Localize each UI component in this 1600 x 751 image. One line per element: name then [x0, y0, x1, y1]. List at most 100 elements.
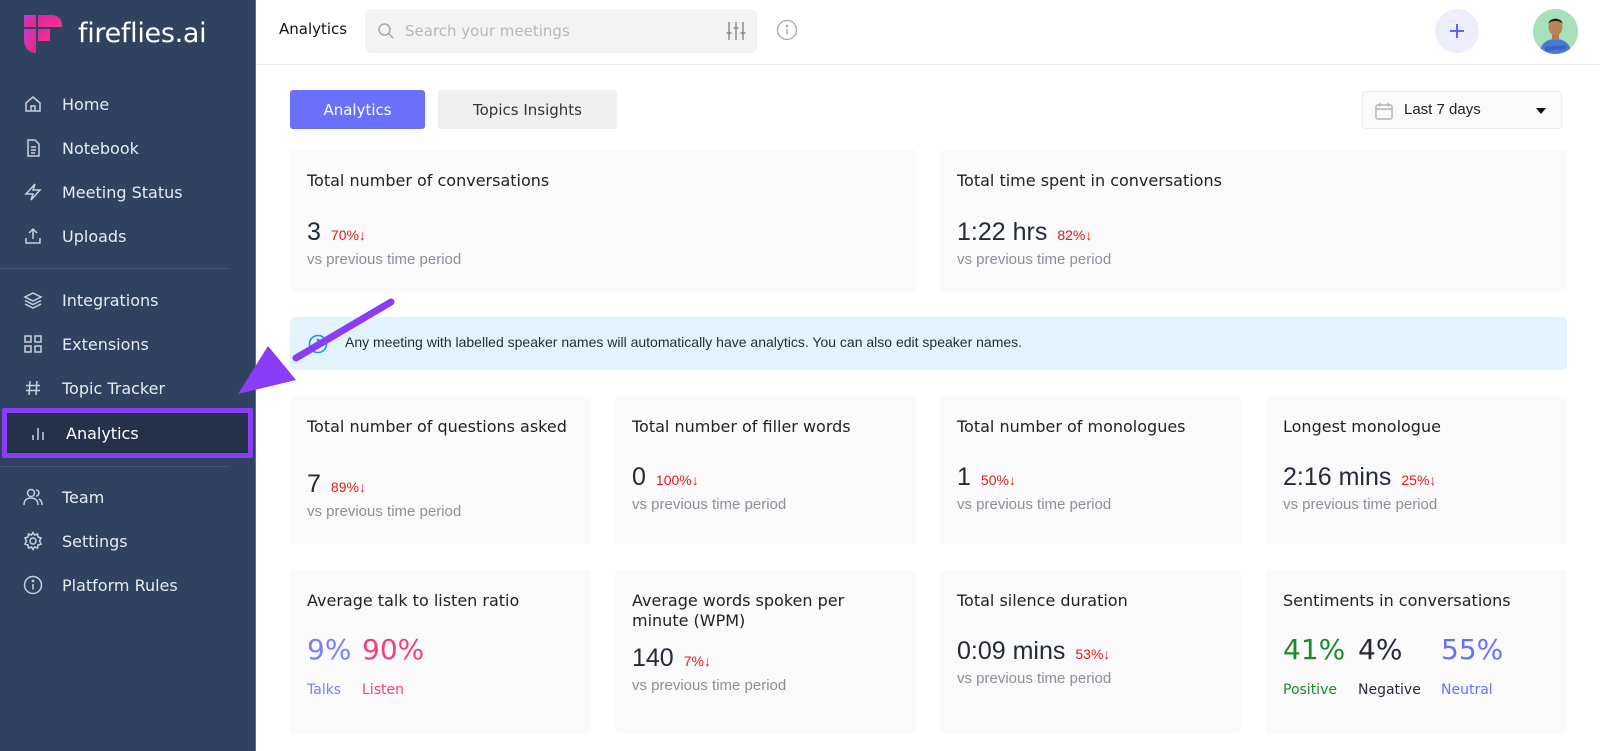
sidebar-item-settings[interactable]: Settings [0, 519, 256, 563]
plus-icon [1450, 24, 1464, 38]
card-total-time-spent: Total time spent in conversations 1:22 h… [940, 150, 1567, 292]
delta-badge: 53%↓ [1075, 646, 1111, 662]
upload-icon [22, 225, 44, 247]
neutral-value: 55% [1441, 633, 1504, 666]
comparison-label: vs previous time period [1283, 496, 1438, 513]
delta-badge: 70%↓ [330, 227, 366, 243]
sidebar-item-label: Analytics [66, 423, 139, 443]
sidebar-item-extensions[interactable]: Extensions [0, 322, 256, 366]
card-sentiments: Sentiments in conversations 41% 4% 55% P… [1266, 570, 1567, 733]
delta-badge: 7%↓ [683, 653, 711, 669]
card-wpm: Average words spoken per minute (WPM) 14… [615, 570, 916, 733]
delta-badge: 100%↓ [655, 472, 699, 488]
comparison-label: vs previous time period [957, 496, 1112, 513]
sidebar-item-label: Uploads [62, 226, 127, 246]
delta-badge: 89%↓ [330, 479, 366, 495]
calendar-icon [1374, 101, 1394, 125]
info-icon [22, 574, 44, 596]
logo[interactable]: fireflies.ai [22, 13, 207, 53]
sidebar-item-notebook[interactable]: Notebook [0, 126, 256, 170]
search-icon [377, 22, 395, 44]
delta-badge: 82%↓ [1057, 227, 1093, 243]
comparison-label: vs previous time period [632, 496, 787, 513]
sidebar-item-label: Settings [62, 531, 128, 551]
gear-icon [22, 530, 44, 552]
negative-label: Negative [1358, 682, 1421, 698]
card-questions-asked: Total number of questions asked 7 89%↓ v… [290, 396, 591, 544]
card-title: Total silence duration [957, 591, 1128, 610]
metric-value: 1:22 hrs [957, 218, 1048, 246]
card-title: Total number of conversations [307, 171, 550, 190]
search-input[interactable] [405, 9, 705, 53]
sidebar-item-label: Platform Rules [62, 575, 178, 595]
card-value: 140 7%↓ [632, 644, 711, 673]
card-title: Longest monologue [1283, 417, 1441, 436]
filter-sliders-icon[interactable] [725, 20, 747, 46]
card-monologues: Total number of monologues 1 50%↓ vs pre… [940, 396, 1241, 544]
lightning-icon [22, 181, 44, 203]
sidebar-item-label: Home [62, 94, 110, 114]
card-title: Total number of questions asked [307, 417, 567, 436]
sidebar-item-label: Extensions [62, 334, 149, 354]
sidebar-item-label: Team [62, 487, 105, 507]
date-range-select[interactable]: Last 7 days [1362, 91, 1562, 129]
card-title: Total number of filler words [632, 417, 851, 436]
search-bar[interactable] [365, 9, 757, 53]
app-root: fireflies.ai Home Notebook Meeting Statu… [0, 0, 1600, 751]
sidebar-item-topic-tracker[interactable]: Topic Tracker [0, 366, 256, 410]
sidebar-divider [0, 466, 230, 467]
sidebar-item-uploads[interactable]: Uploads [0, 214, 256, 258]
card-title: Average words spoken per minute (WPM) [632, 591, 845, 630]
card-value: 3 70%↓ [307, 218, 366, 247]
tab-topics-insights[interactable]: Topics Insights [438, 90, 617, 129]
metric-value: 140 [632, 644, 674, 672]
metric-value: 0 [632, 463, 646, 491]
bar-chart-icon [27, 422, 49, 444]
sidebar-item-meeting-status[interactable]: Meeting Status [0, 170, 256, 214]
info-circle-icon [308, 334, 328, 358]
card-value: 1 50%↓ [957, 463, 1016, 492]
sidebar-item-analytics[interactable]: Analytics [2, 408, 253, 458]
comparison-label: vs previous time period [957, 670, 1112, 687]
banner-text: Any meeting with labelled speaker names … [345, 334, 1023, 350]
sidebar-item-team[interactable]: Team [0, 475, 256, 519]
users-icon [22, 486, 44, 508]
card-total-conversations: Total number of conversations 3 70%↓ vs … [290, 150, 917, 292]
card-value: 0 100%↓ [632, 463, 699, 492]
card-value: 1:22 hrs 82%↓ [957, 218, 1092, 247]
comparison-label: vs previous time period [307, 251, 462, 268]
add-button[interactable] [1435, 9, 1479, 53]
card-longest-monologue: Longest monologue 2:16 mins 25%↓ vs prev… [1266, 396, 1567, 544]
grid-icon [22, 333, 44, 355]
sidebar-item-platform-rules[interactable]: Platform Rules [0, 563, 256, 607]
card-title: Sentiments in conversations [1283, 591, 1511, 610]
sidebar-item-label: Notebook [62, 138, 139, 158]
tab-analytics[interactable]: Analytics [290, 90, 425, 129]
positive-value: 41% [1283, 633, 1346, 666]
delta-badge: 25%↓ [1401, 472, 1437, 488]
caret-down-icon [1536, 108, 1546, 114]
user-avatar[interactable] [1533, 9, 1578, 54]
comparison-label: vs previous time period [307, 503, 462, 520]
info-icon[interactable] [776, 19, 798, 45]
metric-value: 2:16 mins [1283, 463, 1392, 491]
page-title: Analytics [279, 20, 348, 38]
metric-value: 0:09 mins [957, 637, 1066, 665]
fireflies-logo-icon [24, 15, 62, 53]
date-range-value: Last 7 days [1404, 101, 1481, 118]
layers-icon [22, 289, 44, 311]
talk-label: Talks [307, 682, 342, 698]
sidebar-item-label: Integrations [62, 290, 159, 310]
neutral-label: Neutral [1441, 682, 1493, 698]
delta-badge: 50%↓ [980, 472, 1016, 488]
sidebar-item-home[interactable]: Home [0, 82, 256, 126]
card-talk-listen-ratio: Average talk to listen ratio 9% 90% Talk… [290, 570, 591, 733]
positive-label: Positive [1283, 682, 1337, 698]
card-value: 2:16 mins 25%↓ [1283, 463, 1436, 492]
card-value: 7 89%↓ [307, 470, 366, 499]
brand-name: fireflies.ai [78, 17, 207, 49]
metric-value: 7 [307, 470, 321, 498]
card-title: Average talk to listen ratio [307, 591, 520, 610]
sidebar-item-integrations[interactable]: Integrations [0, 278, 256, 322]
sidebar-item-label: Meeting Status [62, 182, 183, 202]
